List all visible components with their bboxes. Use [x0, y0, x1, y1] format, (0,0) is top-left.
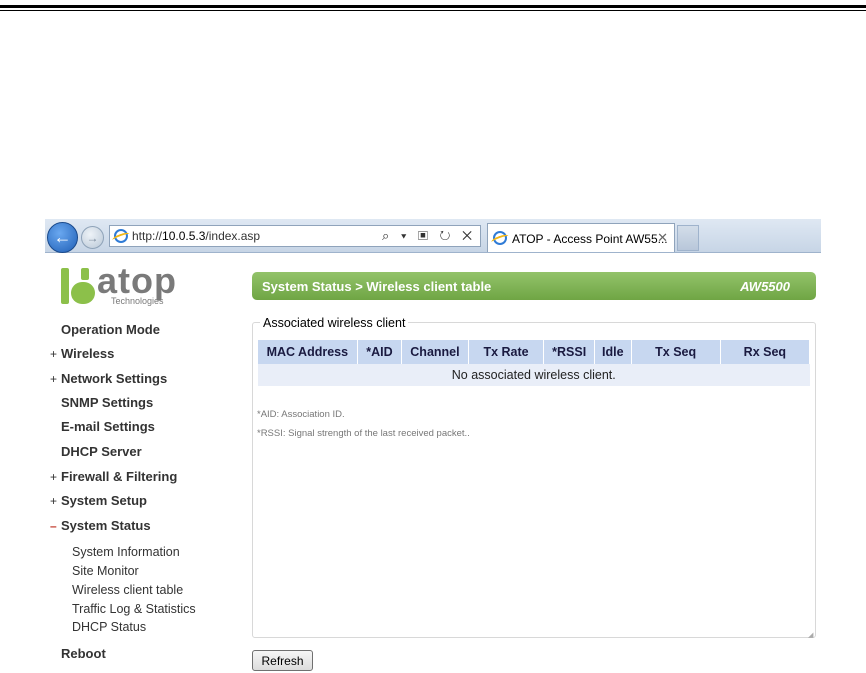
aid-footnote: *AID: Association ID.: [257, 409, 345, 420]
table-row: No associated wireless client.: [258, 364, 810, 386]
browser-toolbar: ← → http://10.0.5.3/index.asp ⌕ ▾ ▣ ↻ ✕ …: [45, 219, 821, 253]
arrow-right-icon: →: [86, 230, 99, 245]
expand-plus-icon: +: [50, 372, 58, 386]
sidebar-item-snmp-settings[interactable]: SNMP Settings: [50, 395, 153, 415]
sidebar-subitem-site-monitor[interactable]: Site Monitor: [72, 564, 139, 578]
sidebar-item-label: System Status: [61, 518, 151, 533]
sidebar-item-system-setup[interactable]: + System Setup: [50, 493, 147, 513]
wireless-client-table: MAC Address *AID Channel Tx Rate *RSSI I…: [258, 340, 811, 386]
sidebar-item-label: DHCP Server: [61, 444, 142, 459]
address-url: http://10.0.5.3/index.asp: [132, 229, 261, 243]
sidebar-item-label: Network Settings: [61, 371, 168, 386]
sidebar-item-label: Wireless: [61, 346, 115, 361]
column-header: *RSSI: [543, 340, 595, 364]
address-bar[interactable]: http://10.0.5.3/index.asp ⌕ ▾ ▣ ↻ ✕: [109, 225, 481, 247]
atop-mark-icon: [61, 268, 95, 304]
expand-plus-icon: +: [50, 347, 58, 361]
sidebar-item-label: SNMP Settings: [61, 395, 154, 410]
column-header: MAC Address: [258, 340, 358, 364]
sidebar-item-system-status[interactable]: – System Status: [50, 518, 151, 538]
ie-tab-icon: [493, 231, 507, 245]
column-header: Idle: [594, 340, 632, 364]
tab-title: ATOP - Access Point AW55...: [512, 232, 668, 246]
page-top-rule: [0, 5, 866, 8]
page-header-bar: System Status > Wireless client table AW…: [252, 272, 816, 300]
device-model: AW5500: [740, 279, 790, 294]
sidebar-item-label: Reboot: [61, 646, 106, 661]
expand-plus-icon: +: [50, 494, 58, 508]
logo-subtitle: Technologies: [111, 296, 164, 306]
sidebar-item-label: Firewall & Filtering: [61, 469, 178, 484]
resize-grip-icon[interactable]: ◢: [808, 631, 813, 639]
empty-table-message: No associated wireless client.: [258, 364, 810, 386]
sidebar-item-firewall-filtering[interactable]: + Firewall & Filtering: [50, 469, 177, 489]
sidebar-item-operation-mode[interactable]: Operation Mode: [50, 322, 160, 342]
ie-page-icon: [114, 229, 128, 243]
fieldset-legend: Associated wireless client: [260, 316, 409, 330]
sidebar-item-dhcp-server[interactable]: DHCP Server: [50, 444, 142, 464]
sidebar-item-label: Operation Mode: [61, 322, 160, 337]
sidebar-subitem-dhcp-status[interactable]: DHCP Status: [72, 620, 146, 634]
back-button[interactable]: ←: [47, 222, 78, 253]
collapse-minus-icon: –: [50, 519, 57, 533]
sidebar-subitem-system-information[interactable]: System Information: [72, 545, 180, 559]
sidebar-subitem-wireless-client-table[interactable]: Wireless client table: [72, 583, 183, 597]
arrow-left-icon: ←: [53, 227, 72, 247]
table-header-row: MAC Address *AID Channel Tx Rate *RSSI I…: [258, 340, 811, 364]
expand-plus-icon: +: [50, 470, 58, 484]
sidebar-item-label: E-mail Settings: [61, 419, 155, 434]
sidebar-item-wireless[interactable]: + Wireless: [50, 346, 114, 366]
breadcrumb: System Status > Wireless client table: [262, 279, 492, 294]
page-top-rule-thin: [0, 10, 866, 11]
sidebar-item-reboot[interactable]: Reboot: [50, 646, 106, 666]
column-header: Channel: [401, 340, 469, 364]
rssi-footnote: *RSSI: Signal strength of the last recei…: [257, 428, 470, 439]
sidebar-item-email-settings[interactable]: E-mail Settings: [50, 419, 155, 439]
sidebar-item-network-settings[interactable]: + Network Settings: [50, 371, 167, 391]
refresh-button[interactable]: Refresh: [252, 650, 313, 671]
forward-button[interactable]: →: [81, 226, 104, 249]
column-header: *AID: [357, 340, 403, 364]
atop-logo: atop Technologies: [61, 260, 186, 310]
address-tools-icons[interactable]: ⌕ ▾ ▣ ↻ ✕: [382, 228, 476, 244]
tab-close-icon[interactable]: ✕: [657, 230, 668, 246]
column-header: Rx Seq: [720, 340, 811, 364]
browser-tab[interactable]: ATOP - Access Point AW55... ✕: [487, 223, 675, 252]
sidebar-subitem-traffic-log-statistics[interactable]: Traffic Log & Statistics: [72, 602, 196, 616]
new-tab-button[interactable]: [677, 225, 699, 251]
column-header: Tx Rate: [468, 340, 545, 364]
sidebar-item-label: System Setup: [61, 493, 147, 508]
column-header: Tx Seq: [631, 340, 721, 364]
